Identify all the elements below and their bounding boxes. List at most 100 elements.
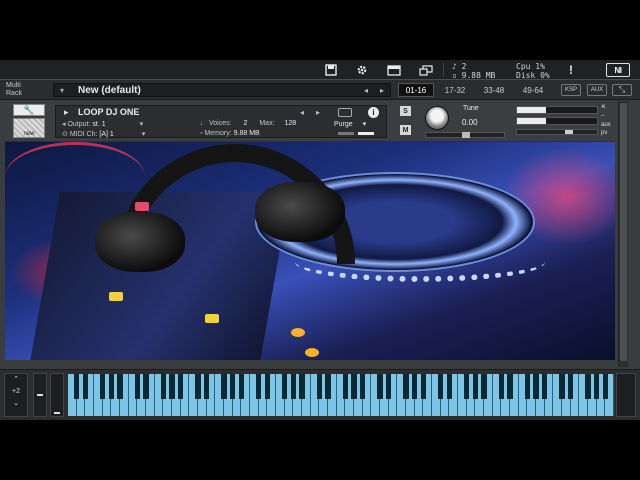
- midi-icon: ♪: [452, 62, 457, 71]
- black-key[interactable]: [299, 374, 305, 399]
- virtual-keyboard-panel: ⌃ +2 ⌄: [0, 369, 640, 420]
- tab-range-33-48[interactable]: 33-48: [476, 83, 512, 97]
- black-key[interactable]: [351, 374, 357, 399]
- black-key[interactable]: [377, 374, 383, 399]
- black-key[interactable]: [567, 374, 574, 399]
- piano-keyboard[interactable]: [68, 374, 614, 416]
- purge-menu[interactable]: Purge ▾: [334, 120, 366, 128]
- max-voices-value[interactable]: 128: [284, 120, 296, 127]
- black-key[interactable]: [481, 374, 487, 399]
- black-key[interactable]: [593, 374, 600, 399]
- black-key[interactable]: [325, 374, 331, 399]
- black-key[interactable]: [437, 374, 444, 399]
- next-preset-icon[interactable]: ▸: [380, 86, 384, 95]
- settings-button[interactable]: [349, 62, 375, 78]
- prev-preset-icon[interactable]: ◂: [364, 86, 368, 95]
- rack-scrollbar-thumb[interactable]: [620, 103, 627, 361]
- multi-rack-label: Multi Rack: [6, 82, 22, 98]
- black-key[interactable]: [238, 374, 245, 399]
- black-key[interactable]: [472, 374, 479, 399]
- pitch-wheel[interactable]: [33, 373, 47, 417]
- prev-instrument-icon[interactable]: ◂: [300, 108, 304, 117]
- midi-channel-row[interactable]: ⊙ MIDI Ch: [A] 1 ▾: [62, 130, 145, 138]
- black-key[interactable]: [533, 374, 539, 399]
- chevron-down-icon[interactable]: ⌄: [5, 398, 27, 410]
- camera-icon[interactable]: [338, 108, 352, 117]
- black-key[interactable]: [134, 374, 141, 399]
- solo-button[interactable]: S: [400, 106, 411, 116]
- black-key[interactable]: [195, 374, 201, 399]
- collapse-icon[interactable]: ▸: [64, 107, 69, 118]
- black-key[interactable]: [281, 374, 288, 399]
- pv-toggle[interactable]: pv: [601, 130, 607, 136]
- black-key[interactable]: [160, 374, 167, 399]
- black-key[interactable]: [507, 374, 513, 399]
- minimize-instrument-icon[interactable]: –: [601, 113, 604, 119]
- black-key[interactable]: [420, 374, 427, 399]
- black-key[interactable]: [108, 374, 115, 399]
- black-key[interactable]: [541, 374, 548, 399]
- volume-slider[interactable]: [516, 129, 598, 135]
- cpu-value: 1%: [535, 62, 545, 71]
- black-key[interactable]: [73, 374, 80, 399]
- mod-wheel[interactable]: [50, 373, 64, 417]
- black-key[interactable]: [385, 374, 392, 399]
- black-key[interactable]: [143, 374, 149, 399]
- tab-range-17-32[interactable]: 17-32: [437, 83, 473, 97]
- pan-slider[interactable]: [425, 132, 505, 138]
- output-row[interactable]: ◂ Output: st. 1 ▾: [62, 120, 143, 128]
- mute-button[interactable]: M: [400, 125, 411, 135]
- aux-toggle[interactable]: aux: [601, 122, 611, 128]
- expand-icon[interactable]: ⤡: [612, 84, 632, 96]
- black-key[interactable]: [585, 374, 591, 399]
- black-key[interactable]: [498, 374, 505, 399]
- instrument-name[interactable]: LOOP DJ ONE: [78, 107, 139, 117]
- black-key[interactable]: [602, 374, 609, 399]
- multi-preset-selector[interactable]: ▾ New (default) ◂ ▸: [53, 83, 391, 97]
- keyboard-scroll[interactable]: [616, 373, 636, 417]
- warning-button[interactable]: !: [564, 62, 578, 78]
- midi-channel-label: MIDI Ch:: [69, 131, 98, 138]
- save-button[interactable]: [318, 62, 344, 78]
- cpu-disk-meter: Cpu 1% Disk 0%: [516, 62, 550, 80]
- black-key[interactable]: [403, 374, 409, 399]
- rack-label: Rack: [6, 90, 22, 97]
- next-instrument-icon[interactable]: ▸: [316, 108, 320, 117]
- ni-logo[interactable]: NI: [606, 63, 630, 77]
- black-key[interactable]: [290, 374, 297, 399]
- black-key[interactable]: [446, 374, 453, 399]
- black-key[interactable]: [359, 374, 366, 399]
- tune-knob[interactable]: [425, 106, 449, 130]
- chevron-up-icon[interactable]: ⌃: [5, 374, 27, 386]
- ksp-button[interactable]: KSP: [561, 84, 581, 96]
- aux-button[interactable]: AUX: [587, 84, 607, 96]
- close-instrument-icon[interactable]: ×: [601, 102, 606, 111]
- black-key[interactable]: [411, 374, 418, 399]
- rack-scrollbar[interactable]: [618, 101, 628, 367]
- artwork-pad: [305, 348, 319, 357]
- info-icon[interactable]: i: [368, 107, 379, 118]
- black-key[interactable]: [203, 374, 210, 399]
- black-key[interactable]: [82, 374, 89, 399]
- black-key[interactable]: [221, 374, 227, 399]
- black-key[interactable]: [117, 374, 123, 399]
- black-key[interactable]: [559, 374, 565, 399]
- cpu-label: Cpu: [516, 62, 531, 71]
- black-key[interactable]: [99, 374, 106, 399]
- black-key[interactable]: [169, 374, 175, 399]
- octave-selector[interactable]: ⌃ +2 ⌄: [4, 373, 28, 417]
- black-key[interactable]: [177, 374, 184, 399]
- black-key[interactable]: [255, 374, 262, 399]
- black-key[interactable]: [316, 374, 323, 399]
- black-key[interactable]: [229, 374, 236, 399]
- black-key[interactable]: [463, 374, 470, 399]
- black-key[interactable]: [524, 374, 531, 399]
- minimize-view-button[interactable]: [413, 62, 439, 78]
- black-key[interactable]: [264, 374, 271, 399]
- tab-range-01-16[interactable]: 01-16: [398, 83, 434, 97]
- black-key[interactable]: [342, 374, 349, 399]
- volume-slider-handle[interactable]: [565, 130, 573, 134]
- wrench-icon[interactable]: 🔧: [13, 104, 45, 116]
- tab-range-49-64[interactable]: 49-64: [515, 83, 551, 97]
- rack-view-button[interactable]: [381, 62, 407, 78]
